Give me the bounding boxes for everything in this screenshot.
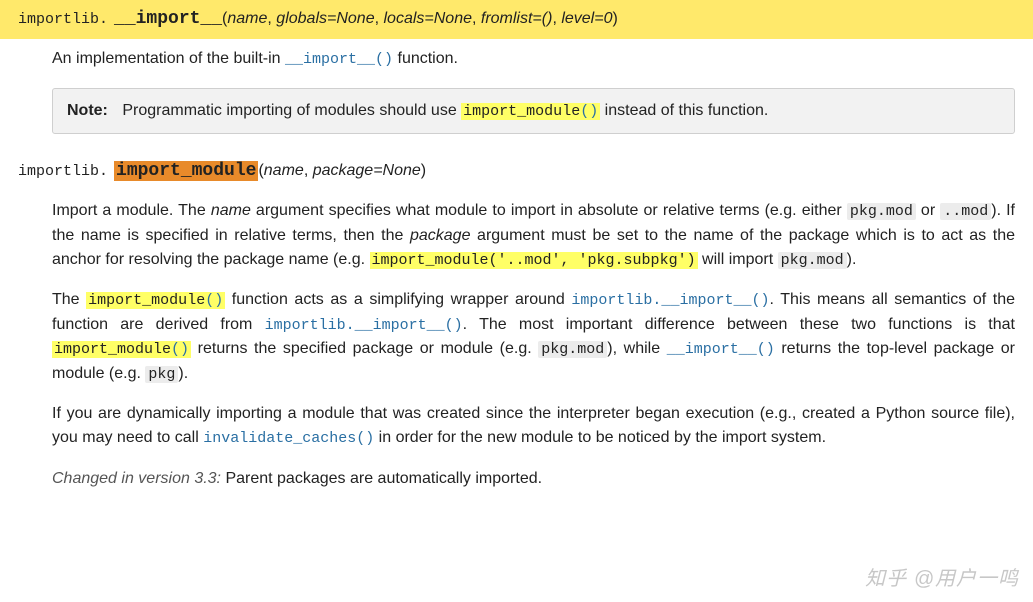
func-body-import-module: Import a module. The name argument speci…	[52, 199, 1015, 491]
text: ), while	[607, 340, 666, 357]
module-prefix: importlib.	[18, 163, 108, 180]
changed-text: Parent packages are automatically import…	[221, 470, 542, 487]
xref-import-module-2[interactable]: import_module()	[52, 341, 191, 358]
code-pkgmod2: pkg.mod	[778, 252, 847, 269]
text: An implementation of the built-in	[52, 50, 285, 67]
em-name: name	[211, 202, 251, 219]
text: . The most important difference between …	[463, 316, 1015, 333]
para-1: Import a module. The name argument speci…	[52, 199, 1015, 272]
param-globals: globals=None	[276, 10, 374, 27]
para-3: If you are dynamically importing a modul…	[52, 402, 1015, 451]
text: Import a module. The	[52, 202, 211, 219]
note-box: Note: Programmatic importing of modules …	[52, 88, 1015, 135]
module-prefix: importlib.	[18, 11, 108, 28]
link-import-dunder[interactable]: __import__()	[667, 341, 775, 358]
param-fromlist: fromlist=()	[481, 10, 553, 27]
code-pkgmod: pkg.mod	[538, 341, 607, 358]
text: ).	[178, 365, 188, 382]
para-2: The import_module() function acts as a s…	[52, 288, 1015, 386]
func-name: import_module	[114, 161, 258, 181]
watermark: 知乎 @用户一鸣	[865, 564, 1019, 594]
text: in order for the new module to be notice…	[374, 429, 826, 446]
note-text-a: Programmatic importing of modules should…	[122, 102, 461, 119]
func-signature-import-module: importlib.import_module(name, package=No…	[0, 152, 1033, 191]
text: The	[52, 291, 86, 308]
link-import-builtin[interactable]: __import__()	[285, 51, 393, 68]
param-locals: locals=None	[383, 10, 472, 27]
func-body-import-dunder: An implementation of the built-in __impo…	[52, 47, 1015, 134]
code-call-example: import_module('..mod', 'pkg.subpkg')	[370, 252, 698, 269]
text: will import	[698, 251, 778, 268]
xref-import-module[interactable]: import_module()	[461, 103, 600, 120]
param-name: name	[227, 10, 267, 27]
doc-page: importlib.__import__(name, globals=None,…	[0, 0, 1033, 602]
link-importlib-import[interactable]: importlib.__import__()	[571, 292, 769, 309]
text: ).	[847, 251, 857, 268]
func-name: __import__	[114, 9, 222, 29]
func-signature-import-dunder: importlib.__import__(name, globals=None,…	[0, 0, 1033, 39]
code-pkg: pkg	[145, 366, 178, 383]
param-package: package=None	[313, 162, 421, 179]
xref-import-module[interactable]: import_module()	[86, 292, 225, 309]
close-paren: )	[421, 162, 426, 179]
close-paren: )	[612, 10, 617, 27]
code-pkgmod: pkg.mod	[847, 203, 916, 220]
em-package: package	[410, 227, 471, 244]
changed-in-version: Changed in version 3.3: Parent packages …	[52, 467, 1015, 491]
changed-label: Changed in version 3.3:	[52, 470, 221, 487]
code-dotmod: ..mod	[940, 203, 991, 220]
link-importlib-import-2[interactable]: importlib.__import__()	[265, 317, 463, 334]
note-text-b: instead of this function.	[600, 102, 768, 119]
desc-paragraph: An implementation of the built-in __impo…	[52, 47, 1015, 72]
text: returns the specified package or module …	[191, 340, 538, 357]
link-invalidate-caches[interactable]: invalidate_caches()	[203, 430, 374, 447]
text: function acts as a simplifying wrapper a…	[225, 291, 571, 308]
text: function.	[393, 50, 458, 67]
text: or	[916, 202, 940, 219]
param-name: name	[264, 162, 304, 179]
param-level: level=0	[561, 10, 612, 27]
text: argument specifies what module to import…	[251, 202, 847, 219]
note-label: Note:	[67, 102, 108, 119]
